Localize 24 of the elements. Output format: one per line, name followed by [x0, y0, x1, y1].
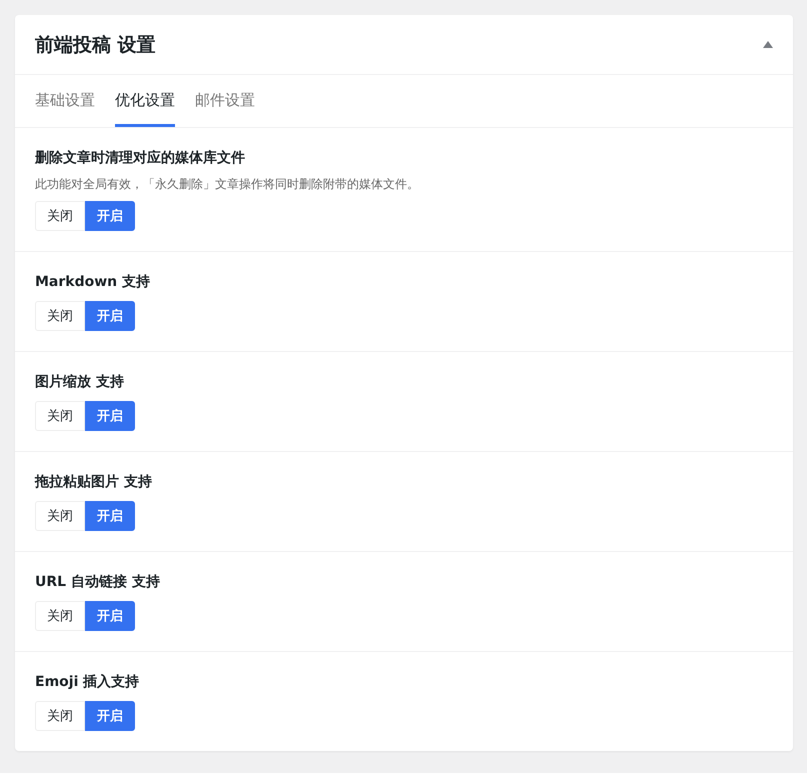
tab[interactable]: 邮件设置 — [195, 75, 255, 127]
toggle-option[interactable]: 关闭 — [35, 601, 85, 631]
tab[interactable]: 优化设置 — [115, 75, 175, 127]
setting-title: 拖拉粘贴图片 支持 — [35, 473, 153, 492]
setting-description: 此功能对全局有效，「永久删除」文章操作将同时删除附带的媒体文件。 — [35, 176, 420, 192]
tab[interactable]: 基础设置 — [35, 75, 95, 127]
setting-title: Markdown 支持 — [35, 273, 152, 292]
toggle-option[interactable]: 关闭 — [35, 201, 85, 231]
setting-title: 删除文章时清理对应的媒体库文件 — [35, 148, 246, 168]
caret-icon[interactable] — [763, 41, 773, 48]
toggle-option[interactable]: 开启 — [85, 401, 135, 431]
toggle-option[interactable]: 开启 — [85, 601, 135, 631]
toggle-option[interactable]: 开启 — [85, 501, 135, 531]
toggle-option[interactable]: 关闭 — [35, 401, 85, 431]
toggle-option[interactable]: 开启 — [85, 201, 135, 231]
toggle-option[interactable]: 关闭 — [35, 301, 85, 331]
toggle-option[interactable]: 开启 — [85, 701, 135, 731]
toggle-option[interactable]: 开启 — [85, 301, 135, 331]
panel-title: 前端投稿 设置 — [35, 32, 156, 58]
toggle-option[interactable]: 关闭 — [35, 501, 85, 531]
setting-title: 图片缩放 支持 — [35, 373, 125, 392]
toggle-option[interactable]: 关闭 — [35, 701, 85, 731]
setting-title: Emoji 插入支持 — [35, 673, 140, 692]
setting-title: URL 自动链接 支持 — [35, 573, 161, 592]
